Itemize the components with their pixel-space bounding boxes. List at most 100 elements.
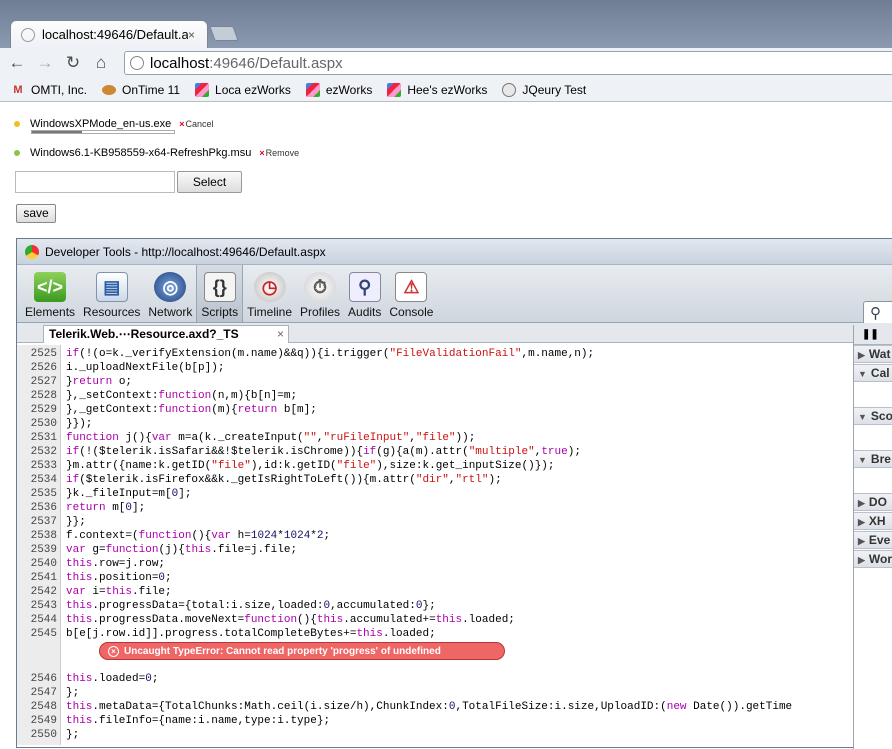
save-button[interactable]: save bbox=[16, 204, 56, 223]
reload-icon[interactable]: ↻ bbox=[62, 52, 84, 74]
devtools-window: Developer Tools - http://localhost:49646… bbox=[16, 238, 892, 749]
file-input[interactable] bbox=[15, 171, 175, 193]
line-number[interactable]: 2548 bbox=[17, 700, 61, 714]
line-number[interactable]: 2542 bbox=[17, 585, 61, 599]
elements-icon: </> bbox=[34, 272, 67, 302]
line-number[interactable]: 2530 bbox=[17, 417, 61, 431]
select-button[interactable]: Select bbox=[177, 171, 242, 193]
sidebar-section[interactable]: ▼ Bre bbox=[854, 450, 892, 468]
code-text: },_getContext:function(m){return b[m]; bbox=[66, 404, 317, 416]
remove-link[interactable]: ×Remove bbox=[259, 148, 299, 158]
line-number[interactable]: 2536 bbox=[17, 501, 61, 515]
line-number[interactable]: 2528 bbox=[17, 389, 61, 403]
panel-timeline[interactable]: ◷ Timeline bbox=[243, 265, 296, 322]
line-number[interactable]: 2546 bbox=[17, 672, 61, 686]
sidebar-section-label: Wat bbox=[868, 347, 891, 361]
line-number[interactable]: 2525 bbox=[17, 347, 61, 361]
close-icon[interactable]: × bbox=[277, 326, 284, 342]
code-text: i._uploadNextFile(b[p]); bbox=[66, 362, 225, 374]
error-bubble: × Uncaught TypeError: Cannot read proper… bbox=[99, 642, 505, 660]
search-field[interactable]: ⚲ bbox=[863, 301, 892, 325]
line-number[interactable]: 2550 bbox=[17, 728, 61, 742]
bookmark-ezworks[interactable]: ezWorks bbox=[305, 82, 373, 97]
audits-icon: ⚲ bbox=[348, 272, 381, 302]
url-host: localhost bbox=[150, 54, 210, 72]
code-text: b[e[j.row.id]].progress.totalCompleteByt… bbox=[66, 628, 436, 640]
line-number[interactable]: 2529 bbox=[17, 403, 61, 417]
timeline-icon: ◷ bbox=[253, 272, 286, 302]
line-number[interactable]: 2544 bbox=[17, 613, 61, 627]
bookmark-ontime[interactable]: OnTime 11 bbox=[101, 83, 180, 97]
devtools-panel-toolbar: </> Elements ▤ Resources ◎ Network {} Sc… bbox=[17, 265, 892, 325]
cancel-icon: × bbox=[179, 119, 185, 129]
upload-row-1: WindowsXPMode_en-us.exe ×Cancel bbox=[14, 118, 214, 130]
line-number[interactable]: 2535 bbox=[17, 487, 61, 501]
back-arrow-icon[interactable]: ← bbox=[6, 52, 28, 74]
code-text: this.loaded=0; bbox=[66, 673, 159, 685]
forward-arrow-icon[interactable]: → bbox=[34, 52, 56, 74]
new-tab-button[interactable] bbox=[209, 26, 239, 41]
line-number[interactable]: 2534 bbox=[17, 473, 61, 487]
sidebar-section-label: Sco bbox=[870, 409, 892, 423]
code-text: }}); bbox=[66, 418, 93, 430]
sidebar-section[interactable]: ▶ Wor bbox=[854, 550, 892, 568]
home-icon[interactable]: ⌂ bbox=[90, 52, 112, 74]
page-favicon-icon bbox=[21, 27, 35, 42]
code-text: }; bbox=[66, 687, 80, 699]
triangle-right-icon: ▶ bbox=[858, 350, 865, 360]
line-number[interactable]: 2526 bbox=[17, 361, 61, 375]
address-bar[interactable]: localhost:49646/Default.aspx bbox=[124, 51, 892, 75]
sidebar-section[interactable]: ▼ Cal bbox=[854, 364, 892, 382]
panel-scripts[interactable]: {} Scripts bbox=[196, 265, 244, 322]
cancel-link[interactable]: ×Cancel bbox=[179, 119, 213, 129]
line-number[interactable]: 2549 bbox=[17, 714, 61, 728]
bookmark-omti[interactable]: M OMTI, Inc. bbox=[10, 83, 87, 97]
code-text: this.progressData.moveNext=function(){th… bbox=[66, 614, 515, 626]
panel-console[interactable]: ⚠ Console bbox=[385, 265, 437, 322]
line-number[interactable]: 2547 bbox=[17, 686, 61, 700]
debugger-sidebar: ❚❚ ▶ Wat ▼ Cal ▼ Sco ▼ Bre ▶ DO ▶ XH ▶ Eve ▶ Wor bbox=[853, 325, 892, 749]
code-text: }}; bbox=[66, 516, 86, 528]
browser-tab[interactable]: localhost:49646/Default.aspx × bbox=[10, 20, 208, 48]
line-number[interactable]: 2541 bbox=[17, 571, 61, 585]
line-number[interactable]: 2540 bbox=[17, 557, 61, 571]
line-number[interactable]: 2538 bbox=[17, 529, 61, 543]
code-text: function j(){var m=a(k._createInput("","… bbox=[66, 432, 476, 444]
panel-resources[interactable]: ▤ Resources bbox=[79, 265, 144, 322]
bookmark-label: ezWorks bbox=[325, 82, 373, 97]
panel-audits[interactable]: ⚲ Audits bbox=[344, 265, 385, 322]
console-icon: ⚠ bbox=[395, 272, 428, 302]
line-number[interactable]: 2545 bbox=[17, 627, 61, 641]
sidebar-section[interactable]: ▼ Sco bbox=[854, 407, 892, 425]
sidebar-section[interactable]: ▶ DO bbox=[854, 493, 892, 511]
panel-network[interactable]: ◎ Network bbox=[144, 265, 196, 322]
devtools-titlebar: Developer Tools - http://localhost:49646… bbox=[17, 239, 892, 265]
panel-profiles[interactable]: ⏱ Profiles bbox=[296, 265, 344, 322]
line-number[interactable]: 2531 bbox=[17, 431, 61, 445]
bookmark-label: Loca ezWorks bbox=[215, 82, 291, 97]
code-text: this.fileInfo={name:i.name,type:i.type}; bbox=[66, 715, 331, 727]
sidebar-section-label: Wor bbox=[868, 552, 892, 566]
pause-button[interactable]: ❚❚ bbox=[854, 325, 892, 345]
line-number[interactable]: 2527 bbox=[17, 375, 61, 389]
sidebar-section[interactable]: ▶ XH bbox=[854, 512, 892, 530]
panel-elements[interactable]: </> Elements bbox=[21, 265, 79, 322]
gmail-icon: M bbox=[13, 83, 23, 96]
script-file-tab[interactable]: Telerik.Web.⋯Resource.axd?_TS × bbox=[43, 325, 289, 343]
triangle-down-icon: ▼ bbox=[858, 455, 867, 465]
code-text: var i=this.file; bbox=[66, 586, 172, 598]
sidebar-section[interactable]: ▶ Wat bbox=[854, 345, 892, 363]
bookmark-jquery-test[interactable]: JQeury Test bbox=[501, 82, 586, 97]
line-number[interactable]: 2533 bbox=[17, 459, 61, 473]
code-editor[interactable]: 2525 if(!(o=k._verifyExtension(m.name)&&q… bbox=[17, 345, 853, 745]
line-number[interactable]: 2532 bbox=[17, 445, 61, 459]
bookmark-loca-ezworks[interactable]: Loca ezWorks bbox=[194, 82, 291, 97]
line-number[interactable]: 2537 bbox=[17, 515, 61, 529]
bookmarks-bar: M OMTI, Inc. OnTime 11 Loca ezWorks ezWo… bbox=[0, 78, 892, 102]
line-number[interactable]: 2543 bbox=[17, 599, 61, 613]
bookmark-hees-ezworks[interactable]: Hee's ezWorks bbox=[386, 82, 487, 97]
line-number[interactable]: 2539 bbox=[17, 543, 61, 557]
code-text: this.progressData={total:i.size,loaded:0… bbox=[66, 600, 436, 612]
sidebar-section[interactable]: ▶ Eve bbox=[854, 531, 892, 549]
tab-close-icon[interactable]: × bbox=[188, 28, 202, 42]
